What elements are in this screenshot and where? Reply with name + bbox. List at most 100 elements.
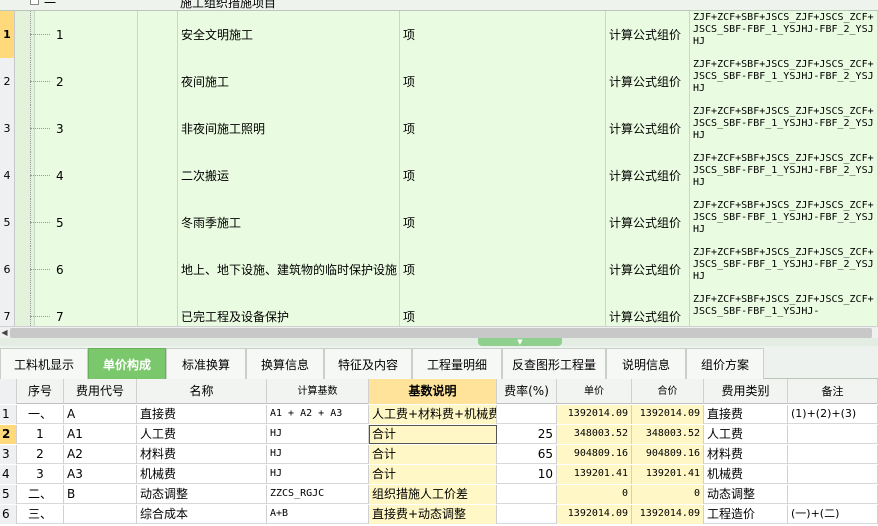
cell-note[interactable]: (1)+(2)+(3) bbox=[788, 405, 878, 424]
cell-seq[interactable]: 1 bbox=[17, 425, 64, 444]
column-header[interactable]: 合价 bbox=[632, 379, 704, 404]
measure-row[interactable]: 6 6 地上、地下设施、建筑物的临时保护设施项计算公式组价 ZJF+ZCF+SBF+J… bbox=[0, 246, 878, 293]
method-cell[interactable]: 计算公式组价 bbox=[606, 246, 690, 293]
tab-1[interactable]: 单价构成 bbox=[88, 348, 166, 379]
cell-rate[interactable]: 65 bbox=[497, 445, 557, 464]
cell-total[interactable]: 0 bbox=[632, 485, 704, 504]
cell-seq[interactable]: 2 bbox=[17, 445, 64, 464]
cell-cat[interactable]: 机械费 bbox=[704, 465, 788, 484]
cell-cat[interactable]: 工程造价 bbox=[704, 505, 788, 524]
unit-cell[interactable]: 项 bbox=[400, 105, 606, 152]
tab-4[interactable]: 特征及内容 bbox=[324, 348, 412, 379]
cell-desc[interactable]: 人工费+材料费+机械费 bbox=[369, 405, 497, 424]
cell-price[interactable]: 904809.16 bbox=[557, 445, 632, 464]
cell-base[interactable]: A1 + A2 + A3 bbox=[267, 405, 369, 424]
row-number[interactable]: 4 bbox=[0, 152, 15, 199]
price-row[interactable]: 2 1 A1 人工费 HJ 合计 25 348003.52 348003.52 人工费 bbox=[0, 425, 878, 444]
method-cell[interactable]: 计算公式组价 bbox=[606, 105, 690, 152]
seq-cell[interactable]: 6 bbox=[35, 246, 138, 293]
row-number[interactable]: 5 bbox=[0, 485, 17, 504]
seq-cell[interactable]: 7 bbox=[35, 293, 138, 326]
tab-8[interactable]: 组价方案 bbox=[686, 348, 764, 379]
unit-cell[interactable]: 项 bbox=[400, 293, 606, 326]
formula-cell[interactable]: ZJF+ZCF+SBF+JSCS_ZJF+JSCS_ZCF+JSCS_SBF-F… bbox=[690, 246, 878, 293]
seq-cell[interactable]: 5 bbox=[35, 199, 138, 246]
cell-code[interactable]: A bbox=[64, 405, 137, 424]
price-row[interactable]: 5 二、 B 动态调整 ZZCS_RGJC 组织措施人工价差 0 0 动态调整 bbox=[0, 485, 878, 504]
cell-name[interactable]: 直接费 bbox=[137, 405, 267, 424]
price-row[interactable]: 4 3 A3 机械费 HJ 合计 10 139201.41 139201.41 机械费 bbox=[0, 465, 878, 484]
cell-code[interactable]: B bbox=[64, 485, 137, 504]
cell-note[interactable]: (一)+(二) bbox=[788, 505, 878, 524]
price-row[interactable]: 3 2 A2 材料费 HJ 合计 65 904809.16 904809.16 材料费 bbox=[0, 445, 878, 464]
method-cell[interactable]: 计算公式组价 bbox=[606, 58, 690, 105]
column-header[interactable]: 费率(%) bbox=[497, 379, 557, 404]
tab-6[interactable]: 反查图形工程量 bbox=[502, 348, 606, 379]
measure-row[interactable]: 3 3 非夜间施工照明项计算公式组价 ZJF+ZCF+SBF+JSCS_ZJF+JSC… bbox=[0, 105, 878, 152]
column-header[interactable]: 费用类别 bbox=[704, 379, 788, 404]
formula-cell[interactable]: ZJF+ZCF+SBF+JSCS_ZJF+JSCS_ZCF+JSCS_SBF-F… bbox=[690, 58, 878, 105]
seq-cell[interactable]: 1 bbox=[35, 11, 138, 58]
cell-price[interactable]: 139201.41 bbox=[557, 465, 632, 484]
cell-total[interactable]: 348003.52 bbox=[632, 425, 704, 444]
name-cell[interactable]: 冬雨季施工 bbox=[178, 199, 400, 246]
cell-desc[interactable]: 直接费+动态调整 bbox=[369, 505, 497, 524]
measure-row[interactable]: 5 5 冬雨季施工项计算公式组价 ZJF+ZCF+SBF+JSCS_ZJF+JSCS_… bbox=[0, 199, 878, 246]
name-cell[interactable]: 非夜间施工照明 bbox=[178, 105, 400, 152]
method-cell[interactable]: 计算公式组价 bbox=[606, 199, 690, 246]
method-cell[interactable]: 计算公式组价 bbox=[606, 11, 690, 58]
cell-desc[interactable]: 合计 bbox=[369, 465, 497, 484]
name-cell[interactable]: 安全文明施工 bbox=[178, 11, 400, 58]
cell-note[interactable] bbox=[788, 465, 878, 484]
corner-cell[interactable] bbox=[0, 379, 17, 404]
tab-0[interactable]: 工料机显示 bbox=[0, 348, 88, 379]
cell-cat[interactable]: 直接费 bbox=[704, 405, 788, 424]
measure-row[interactable]: 4 4 二次搬运项计算公式组价 ZJF+ZCF+SBF+JSCS_ZJF+JSCS_Z… bbox=[0, 152, 878, 199]
column-header[interactable]: 单价 bbox=[557, 379, 632, 404]
price-row[interactable]: 1 一、 A 直接费 A1 + A2 + A3 人工费+材料费+机械费 1392014.09… bbox=[0, 405, 878, 424]
cell-seq[interactable]: 二、 bbox=[17, 485, 64, 504]
type-cell[interactable] bbox=[138, 105, 178, 152]
column-header[interactable]: 备注 bbox=[788, 379, 878, 404]
price-row[interactable]: 6 三、 综合成本 A+B 直接费+动态调整 1392014.09 1392014.09 工程… bbox=[0, 505, 878, 524]
tab-5[interactable]: 工程量明细 bbox=[412, 348, 502, 379]
formula-cell[interactable]: ZJF+ZCF+SBF+JSCS_ZJF+JSCS_ZCF+JSCS_SBF-F… bbox=[690, 199, 878, 246]
cell-cat[interactable]: 人工费 bbox=[704, 425, 788, 444]
cell-base[interactable]: HJ bbox=[267, 445, 369, 464]
type-cell[interactable] bbox=[138, 58, 178, 105]
cell-code[interactable]: A2 bbox=[64, 445, 137, 464]
type-cell[interactable] bbox=[138, 246, 178, 293]
cell-code[interactable] bbox=[64, 505, 137, 524]
cell-desc[interactable]: 合计 bbox=[369, 425, 497, 444]
name-cell[interactable]: 夜间施工 bbox=[178, 58, 400, 105]
type-cell[interactable] bbox=[138, 293, 178, 326]
cell-price[interactable]: 0 bbox=[557, 485, 632, 504]
cell-desc[interactable]: 合计 bbox=[369, 445, 497, 464]
cell-name[interactable]: 人工费 bbox=[137, 425, 267, 444]
formula-cell[interactable]: ZJF+ZCF+SBF+JSCS_ZJF+JSCS_ZCF+JSCS_SBF-F… bbox=[690, 105, 878, 152]
formula-cell[interactable]: ZJF+ZCF+SBF+JSCS_ZJF+JSCS_ZCF+JSCS_SBF-F… bbox=[690, 152, 878, 199]
column-header[interactable]: 序号 bbox=[17, 379, 64, 404]
cell-total[interactable]: 1392014.09 bbox=[632, 405, 704, 424]
cell-name[interactable]: 材料费 bbox=[137, 445, 267, 464]
cell-total[interactable]: 1392014.09 bbox=[632, 505, 704, 524]
cell-seq[interactable]: 三、 bbox=[17, 505, 64, 524]
cell-price[interactable]: 1392014.09 bbox=[557, 505, 632, 524]
row-number[interactable]: 1 bbox=[0, 11, 15, 58]
row-number[interactable]: 2 bbox=[0, 58, 15, 105]
row-number[interactable]: 5 bbox=[0, 199, 15, 246]
column-header[interactable]: 费用代号 bbox=[64, 379, 137, 404]
cell-rate[interactable] bbox=[497, 405, 557, 424]
cell-name[interactable]: 综合成本 bbox=[137, 505, 267, 524]
cell-base[interactable]: HJ bbox=[267, 465, 369, 484]
measure-row[interactable]: 1 1 安全文明施工项计算公式组价 ZJF+ZCF+SBF+JSCS_ZJF+JSCS… bbox=[0, 11, 878, 58]
cell-cat[interactable]: 材料费 bbox=[704, 445, 788, 464]
column-header[interactable]: 名称 bbox=[137, 379, 267, 404]
unit-cell[interactable]: 项 bbox=[400, 199, 606, 246]
collapse-icon[interactable]: − bbox=[30, 0, 39, 5]
cell-price[interactable]: 1392014.09 bbox=[557, 405, 632, 424]
row-number[interactable]: 3 bbox=[0, 445, 17, 464]
cell-rate[interactable]: 10 bbox=[497, 465, 557, 484]
method-cell[interactable]: 计算公式组价 bbox=[606, 293, 690, 326]
formula-cell[interactable]: ZJF+ZCF+SBF+JSCS_ZJF+JSCS_ZCF+JSCS_SBF-F… bbox=[690, 293, 878, 326]
